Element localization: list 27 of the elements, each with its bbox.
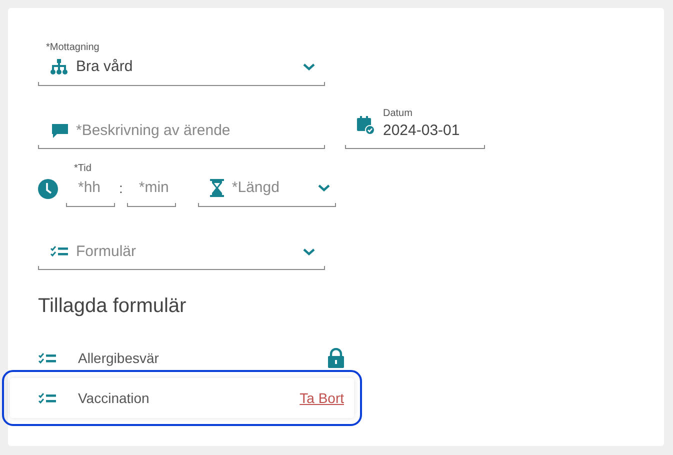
form-name: Vaccination (78, 388, 150, 408)
chevron-down-icon (303, 63, 315, 72)
calendar-icon (357, 116, 375, 134)
text-field[interactable]: *Beskrivning av ärende (76, 120, 315, 142)
remove-link[interactable]: Ta Bort (300, 388, 344, 408)
lock-icon (328, 348, 344, 368)
dropdown-field[interactable]: Formulär (38, 240, 325, 270)
checklist-icon (38, 352, 56, 364)
field-label: *Tid (74, 163, 92, 175)
form-name: Allergibesvär (78, 348, 160, 368)
minutes-field[interactable]: *min (138, 177, 176, 200)
dropdown-field[interactable]: *Längd (198, 177, 336, 206)
clock-icon (38, 178, 58, 198)
checklist-icon (50, 246, 68, 258)
date-field[interactable]: Datum 2024-03-01 (345, 108, 485, 149)
section-heading: Tillagda formulär (38, 294, 188, 318)
chevron-down-icon (318, 184, 330, 192)
chevron-down-icon (303, 248, 315, 256)
field-label: *Mottagning (46, 42, 100, 54)
field-label: Datum (383, 108, 414, 120)
time-separator: : (119, 178, 123, 198)
dropdown-field[interactable]: Bra vård (38, 54, 325, 86)
checklist-icon (38, 392, 56, 404)
hours-field[interactable]: *hh (78, 177, 115, 200)
hourglass-icon (210, 179, 224, 198)
org-chart-icon (50, 59, 68, 76)
chat-bubble-icon (52, 124, 68, 138)
